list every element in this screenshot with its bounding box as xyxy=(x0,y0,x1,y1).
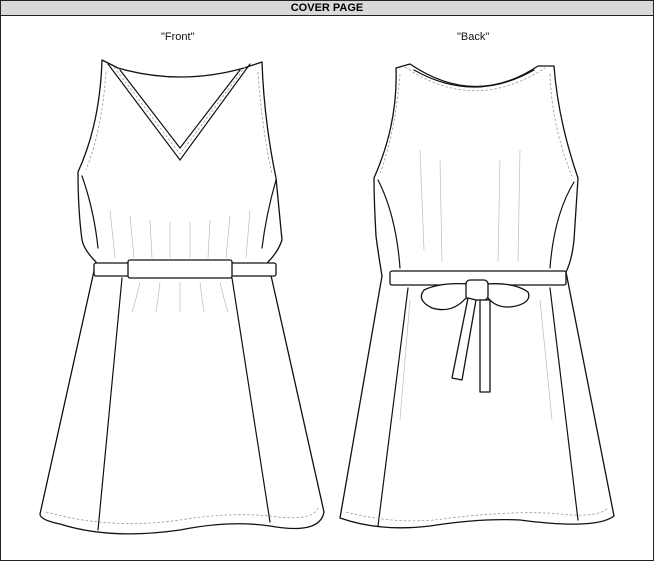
front-belt-keeper xyxy=(127,259,233,279)
back-dress-sketch xyxy=(339,63,615,529)
garment-sketches xyxy=(39,59,615,535)
front-dress-body xyxy=(39,59,325,535)
front-dress-sketch xyxy=(39,59,325,535)
bow-knot xyxy=(465,279,489,301)
bow-tail-right xyxy=(479,299,491,393)
